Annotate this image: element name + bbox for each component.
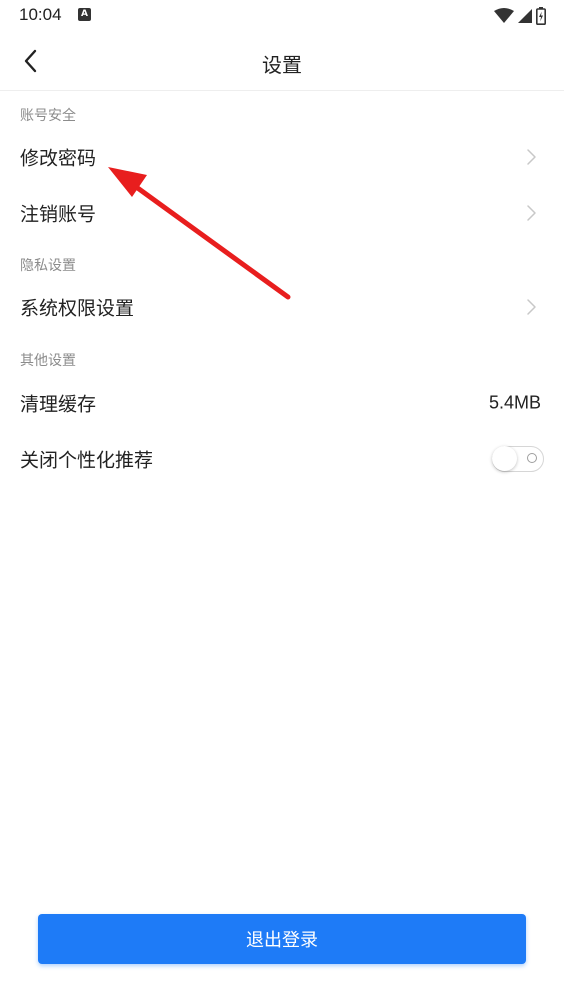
clear-cache-row[interactable]: 清理缓存 5.4MB — [0, 375, 564, 431]
personalized-recommendation-toggle[interactable] — [492, 446, 544, 472]
status-time: 10:04 — [19, 5, 62, 24]
cancel-account-row[interactable]: 注销账号 — [0, 185, 564, 241]
logout-button[interactable]: 退出登录 — [38, 914, 526, 964]
clear-cache-label: 清理缓存 — [20, 393, 97, 416]
logout-button-label: 退出登录 — [246, 930, 318, 951]
chevron-right-icon — [527, 149, 536, 165]
section-label-privacy: 隐私设置 — [20, 258, 76, 274]
personalized-recommendation-row: 关闭个性化推荐 — [0, 431, 564, 487]
cancel-account-label: 注销账号 — [20, 203, 97, 226]
section-label-account-security: 账号安全 — [20, 108, 76, 124]
wifi-icon — [494, 8, 514, 23]
change-password-label: 修改密码 — [20, 147, 97, 170]
chevron-right-icon — [527, 299, 536, 315]
signal-icon — [518, 9, 532, 23]
a-notification-icon: A — [78, 8, 91, 21]
battery-charging-icon — [536, 7, 546, 25]
toggle-off-indicator-icon — [527, 453, 537, 463]
status-icons — [494, 6, 546, 26]
header-bar: 设置 — [0, 32, 564, 91]
personalized-recommendation-label: 关闭个性化推荐 — [20, 449, 154, 472]
status-bar: 10:04 A — [0, 0, 564, 32]
section-label-other: 其他设置 — [20, 353, 76, 369]
change-password-row[interactable]: 修改密码 — [0, 129, 564, 185]
system-permissions-label: 系统权限设置 — [20, 297, 135, 320]
toggle-knob — [492, 446, 517, 471]
chevron-right-icon — [527, 205, 536, 221]
system-permissions-row[interactable]: 系统权限设置 — [0, 279, 564, 335]
page-title: 设置 — [262, 53, 302, 77]
cache-size-value: 5.4MB — [488, 392, 541, 413]
